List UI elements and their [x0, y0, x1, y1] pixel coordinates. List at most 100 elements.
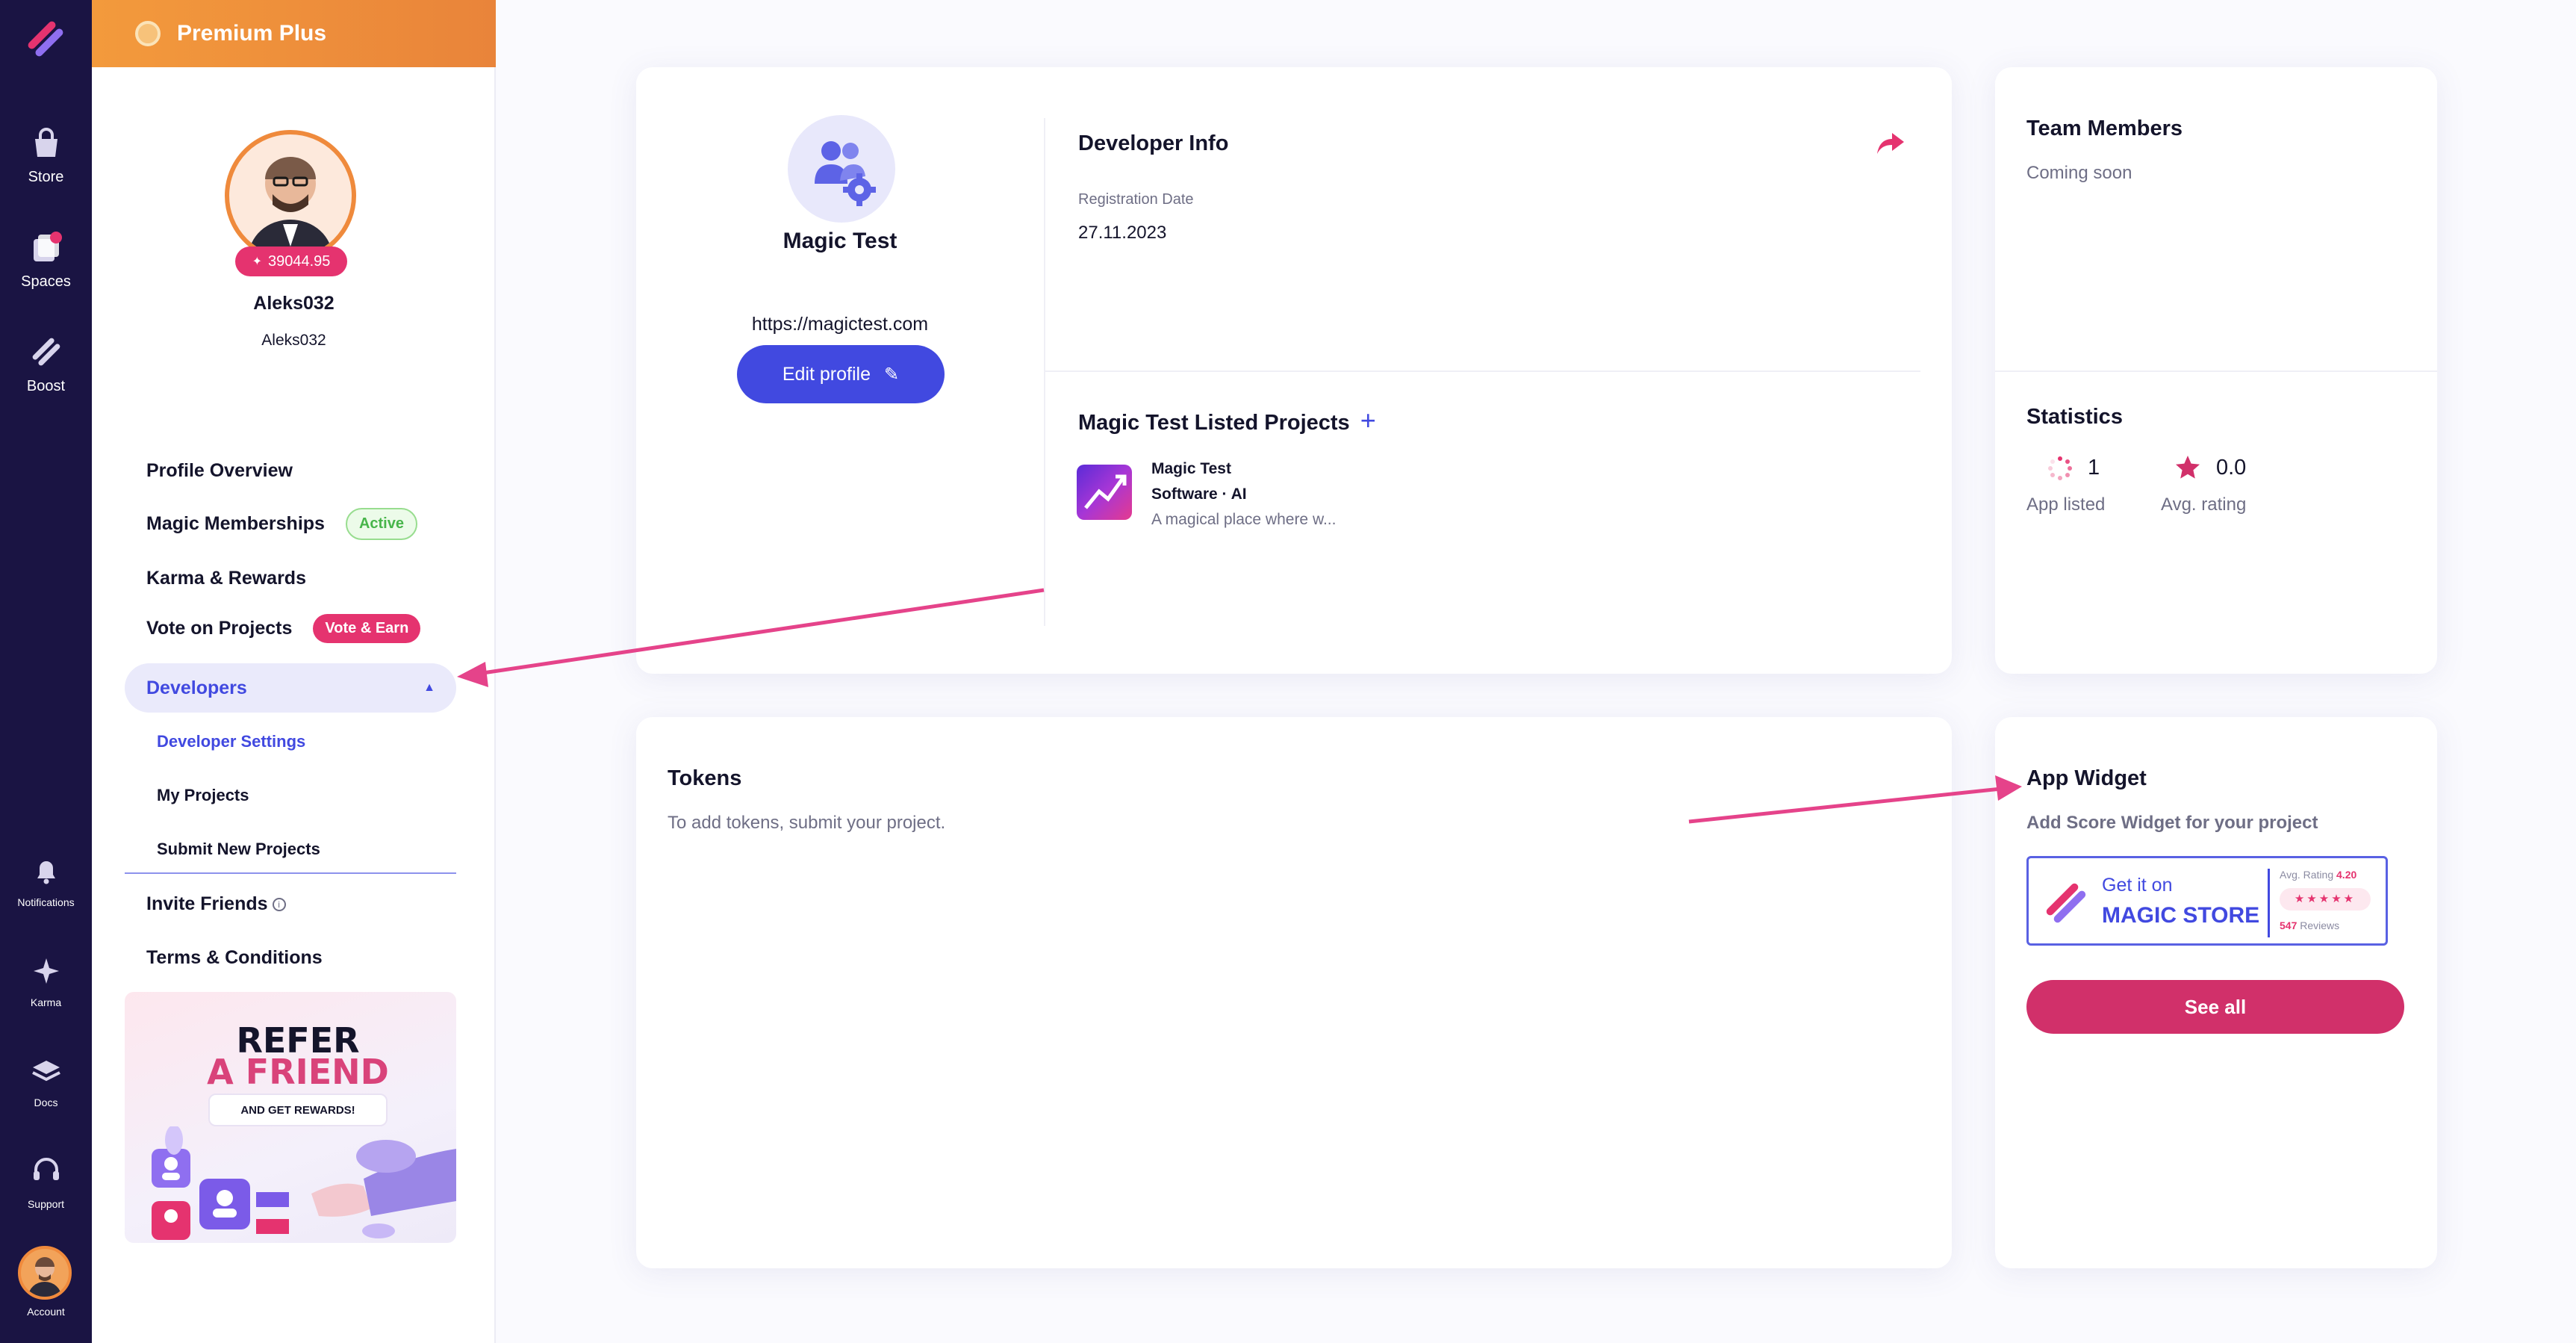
boost-icon	[32, 338, 60, 366]
nav-submit-projects[interactable]: Submit New Projects	[157, 840, 320, 859]
widget-reviews: 547 Reviews	[2280, 919, 2339, 931]
team-stats-card: Team Members Coming soon Statistics 1 Ap…	[1995, 67, 2437, 674]
project-category: Software · AI	[1151, 486, 1247, 503]
widget-separator	[2268, 869, 2270, 937]
app-widget-card: App Widget Add Score Widget for your pro…	[1995, 717, 2437, 1268]
rail-docs[interactable]: Docs	[0, 1056, 92, 1108]
widget-stars: ★★★★★	[2280, 888, 2371, 911]
nav-developer-settings[interactable]: Developer Settings	[157, 732, 305, 751]
nav-terms-label: Terms & Conditions	[146, 947, 323, 968]
apps-listed-label: App listed	[2026, 494, 2106, 515]
avatar-icon	[28, 1257, 61, 1297]
profile-handle: Aleks032	[261, 332, 326, 349]
nav-profile-overview[interactable]: Profile Overview	[146, 460, 293, 482]
karma-badge: ✦ 39044.95	[235, 246, 347, 276]
headset-icon	[33, 1158, 59, 1180]
developer-website-link[interactable]: https://magictest.com	[636, 314, 1044, 335]
profile-name: Aleks032	[253, 293, 335, 314]
refer-illustration-icon	[152, 1126, 456, 1240]
edit-profile-button[interactable]: Edit profile ✎	[737, 345, 945, 403]
listed-projects-title: Magic Test Listed Projects +	[1078, 405, 1376, 436]
store-bag-icon	[34, 128, 57, 157]
rail-notifications-label: Notifications	[17, 896, 75, 908]
docs-stack-icon	[31, 1061, 60, 1082]
avatar-icon	[249, 157, 332, 257]
widget-get-it-on: Get it on	[2102, 875, 2173, 896]
premium-coin-icon	[135, 21, 161, 46]
refer-friend-banner[interactable]: REFER A FRIEND AND GET REWARDS!	[125, 992, 456, 1243]
widget-rating-value: 4.20	[2336, 869, 2357, 881]
rail-notifications[interactable]: Notifications	[0, 856, 92, 908]
tokens-subtitle: To add tokens, submit your project.	[668, 813, 946, 833]
vertical-divider	[1044, 118, 1045, 626]
rail-spaces-label: Spaces	[21, 273, 71, 290]
nav-developers[interactable]: Developers ▲	[125, 663, 456, 713]
apps-listed-value: 1	[2088, 456, 2100, 480]
icon-rail: Store Spaces Boost Notifications Karma D…	[0, 0, 92, 1343]
rail-docs-label: Docs	[34, 1097, 58, 1108]
rail-spaces[interactable]: Spaces	[0, 230, 92, 291]
premium-banner[interactable]: Premium Plus	[92, 0, 496, 67]
registration-date-value: 27.11.2023	[1078, 223, 1167, 243]
nav-magic-memberships[interactable]: Magic Memberships Active	[146, 508, 417, 540]
tokens-title: Tokens	[668, 766, 742, 790]
nav-vote-projects[interactable]: Vote on Projects Vote & Earn	[146, 614, 421, 643]
trend-chart-icon	[1084, 474, 1127, 509]
magic-store-logo-icon[interactable]	[23, 16, 68, 61]
listed-projects-label: Magic Test Listed Projects	[1078, 411, 1350, 435]
status-badge-active: Active	[345, 508, 417, 540]
account-avatar[interactable]	[18, 1246, 72, 1300]
premium-label: Premium Plus	[177, 21, 327, 46]
refer-subtitle: AND GET REWARDS!	[208, 1094, 388, 1126]
rail-store[interactable]: Store	[0, 125, 92, 186]
app-widget-subtitle: Add Score Widget for your project	[2026, 813, 2318, 833]
see-all-button[interactable]: See all	[2026, 980, 2404, 1034]
nav-my-projects[interactable]: My Projects	[157, 786, 249, 805]
avg-rating-value: 0.0	[2216, 456, 2247, 480]
share-arrow-icon[interactable]	[1876, 130, 1905, 157]
statistics-title: Statistics	[2026, 405, 2123, 429]
pencil-icon: ✎	[884, 364, 900, 385]
karma-value: 39044.95	[267, 252, 331, 270]
app-widget-title: App Widget	[2026, 766, 2147, 790]
rail-boost[interactable]: Boost	[0, 335, 92, 395]
nav-developers-label: Developers	[146, 677, 247, 698]
team-gear-icon	[815, 141, 876, 206]
rail-boost-label: Boost	[26, 378, 66, 394]
team-coming-soon: Coming soon	[2026, 163, 2132, 183]
spaces-icon	[33, 232, 62, 261]
star-icon	[2176, 456, 2200, 479]
nav-terms[interactable]: Terms & Conditions	[146, 947, 323, 969]
nav-karma-rewards[interactable]: Karma & Rewards	[146, 568, 306, 589]
chevron-up-icon: ▲	[423, 681, 435, 694]
rail-account[interactable]: Account	[0, 1306, 92, 1318]
add-project-plus-icon[interactable]: +	[1360, 405, 1376, 435]
magic-store-logo-icon	[2046, 883, 2086, 923]
horizontal-divider	[1045, 370, 1920, 372]
developer-avatar[interactable]	[788, 115, 895, 223]
rail-support-label: Support	[27, 1198, 65, 1210]
nav-memberships-label: Magic Memberships	[146, 513, 325, 534]
info-icon[interactable]: i	[272, 897, 286, 911]
rail-karma[interactable]: Karma	[0, 956, 92, 1008]
nav-profile-overview-label: Profile Overview	[146, 460, 293, 481]
widget-rating-label: Avg. Rating	[2280, 869, 2334, 881]
project-description: A magical place where w...	[1151, 511, 1337, 528]
team-members-title: Team Members	[2026, 117, 2183, 140]
registration-date-label: Registration Date	[1078, 191, 1194, 208]
rail-support[interactable]: Support	[0, 1155, 92, 1210]
project-name[interactable]: Magic Test	[1151, 460, 1231, 478]
nav-vote-label: Vote on Projects	[146, 618, 293, 639]
project-thumbnail[interactable]	[1077, 465, 1132, 520]
avg-rating-label: Avg. rating	[2161, 494, 2247, 515]
widget-reviews-label: Reviews	[2300, 919, 2340, 931]
rail-account-label: Account	[27, 1306, 65, 1318]
sparkle-icon	[33, 958, 59, 984]
score-widget-preview[interactable]: Get it on MAGIC STORE Avg. Rating 4.20 ★…	[2026, 856, 2388, 946]
refer-title-line2: A FRIEND	[207, 1052, 389, 1092]
rail-store-label: Store	[28, 169, 64, 185]
rail-karma-label: Karma	[30, 996, 62, 1008]
widget-reviews-count: 547	[2280, 919, 2297, 931]
nav-invite-friends[interactable]: Invite Friends i	[146, 893, 286, 915]
profile-avatar[interactable]	[225, 130, 356, 261]
